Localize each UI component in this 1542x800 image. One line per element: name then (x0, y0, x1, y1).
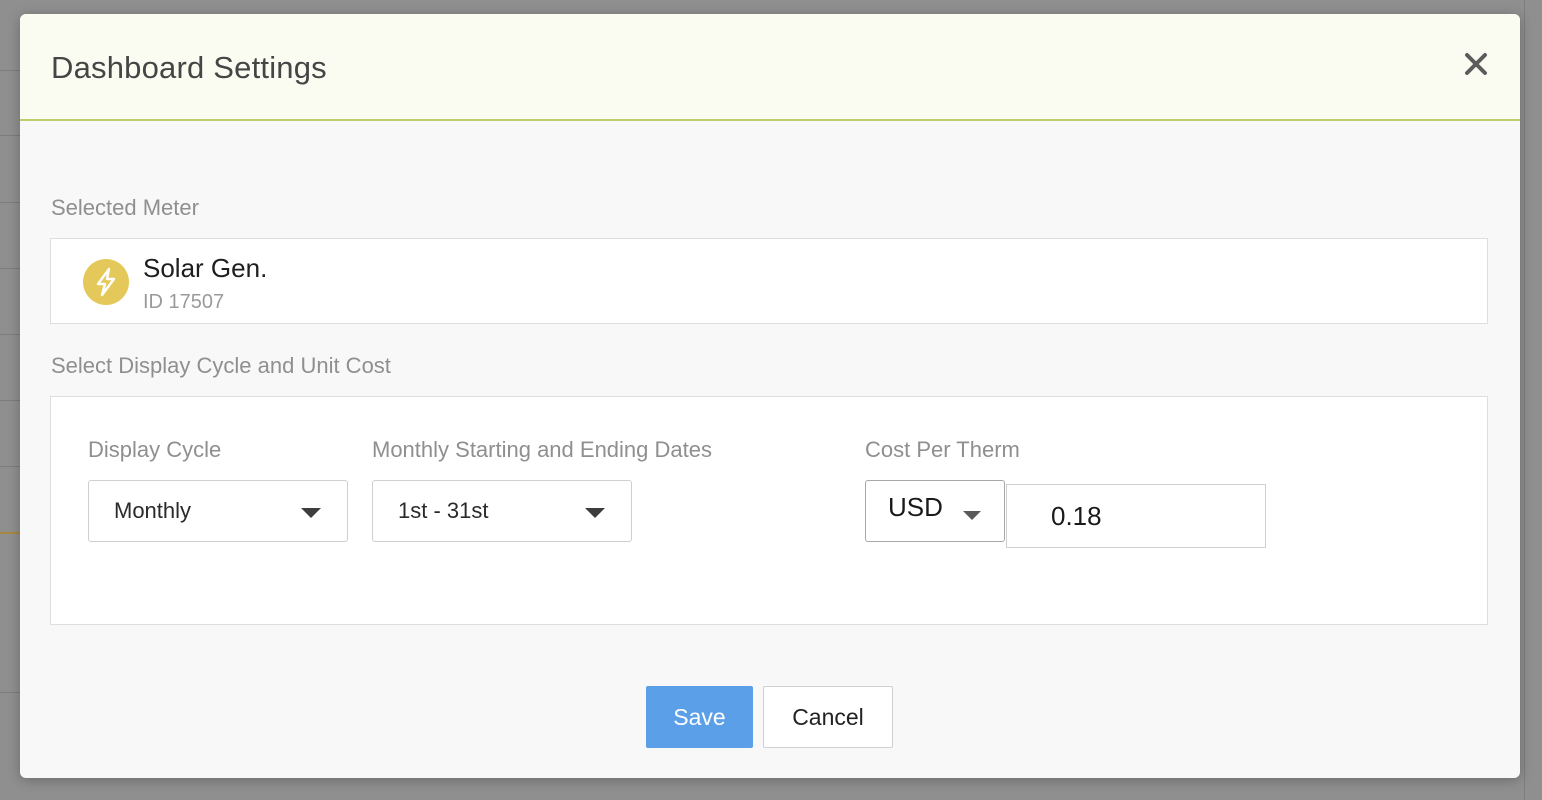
lightning-bolt-icon (96, 267, 116, 297)
cycle-section-label: Select Display Cycle and Unit Cost (51, 353, 391, 378)
cost-per-therm-label: Cost Per Therm (865, 437, 1020, 462)
date-range-label: Monthly Starting and Ending Dates (372, 437, 712, 462)
close-button[interactable] (1460, 48, 1492, 80)
display-cycle-value: Monthly (114, 498, 192, 523)
currency-select[interactable]: USD (865, 480, 1005, 542)
chevron-down-icon (301, 508, 321, 518)
background-scroll-edge (1520, 0, 1542, 800)
cost-per-therm-input[interactable] (1006, 484, 1266, 548)
dialog-title: Dashboard Settings (51, 50, 327, 85)
display-cycle-select[interactable]: Monthly (88, 480, 348, 542)
save-button[interactable]: Save (646, 686, 753, 748)
close-icon (1465, 53, 1487, 75)
date-range-value: 1st - 31st (398, 498, 489, 523)
background-divider (0, 692, 20, 693)
date-range-select[interactable]: 1st - 31st (372, 480, 632, 542)
selected-meter-card: Solar Gen. ID 17507 (50, 238, 1488, 324)
chevron-down-icon (963, 511, 981, 520)
cycle-cost-panel: Display Cycle Monthly Monthly Starting a… (50, 396, 1488, 625)
cancel-button[interactable]: Cancel (763, 686, 893, 748)
currency-value: USD (888, 492, 943, 522)
dashboard-settings-dialog: Dashboard Settings Selected Meter Solar … (20, 14, 1520, 778)
meter-type-badge (83, 259, 129, 305)
meter-name: Solar Gen. (143, 253, 268, 283)
dialog-header: Dashboard Settings (20, 14, 1520, 121)
background-accent-line (0, 532, 20, 534)
selected-meter-label: Selected Meter (51, 195, 199, 220)
background-app-edge (0, 0, 20, 800)
chevron-down-icon (585, 508, 605, 518)
display-cycle-label: Display Cycle (88, 437, 222, 462)
meter-id: ID 17507 (143, 291, 225, 313)
